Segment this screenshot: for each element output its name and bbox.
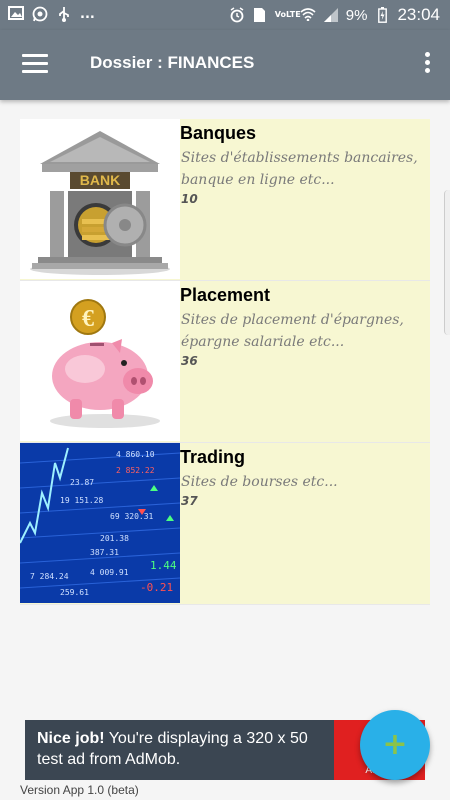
battery-percent: 9% — [345, 6, 368, 24]
ad-headline: Nice job! — [37, 730, 105, 747]
ticker-value: 1.44 — [150, 559, 177, 572]
bank-image: BANK — [20, 119, 180, 279]
ticker-value: 4 009.91 — [90, 568, 129, 577]
folder-description: Sites de placement d'épargnes, épargne s… — [181, 312, 404, 350]
folder-count: 10 — [181, 192, 198, 206]
ticker-value: 201.38 — [100, 534, 129, 543]
folder-title: Banques — [180, 123, 257, 143]
folder-item-trading[interactable]: 4 860.10 2 852.22 23.87 19 151.28 69 320… — [20, 443, 430, 605]
wifi-icon — [300, 7, 316, 23]
page-title: Dossier : FINANCES — [90, 53, 255, 72]
status-bar: ... VoLTE 9% 23:04 — [0, 0, 450, 30]
folder-item-banques[interactable]: BANK Banques Sites d'établissements banc… — [20, 119, 430, 281]
ticker-value: 259.61 — [60, 588, 89, 597]
battery-charging-icon — [374, 7, 390, 23]
ticker-value: 2 852.22 — [116, 466, 155, 475]
ticker-value: 4 860.10 — [116, 450, 155, 459]
folder-description: Sites de bourses etc... — [181, 474, 338, 490]
usb-icon — [56, 6, 72, 22]
image-icon — [8, 6, 24, 22]
add-folder-button[interactable]: + — [360, 710, 430, 780]
alarm-icon — [229, 7, 245, 23]
ticker-value: 387.31 — [90, 548, 119, 557]
piggy-bank-image: € — [20, 281, 180, 441]
ticker-value: 7 284.24 — [30, 572, 69, 581]
more-notifications-indicator: ... — [80, 6, 95, 22]
volte-label: VoLTE — [274, 10, 301, 19]
ticker-value: -0.21 — [140, 581, 173, 594]
app-bar: Dossier : FINANCES — [0, 30, 450, 100]
scroll-indicator[interactable] — [444, 190, 450, 335]
signal-icon — [323, 7, 339, 23]
clock: 23:04 — [397, 5, 440, 24]
euro-coin: € — [82, 306, 94, 332]
folder-title: Placement — [180, 285, 271, 305]
overflow-menu-icon[interactable] — [422, 52, 432, 80]
folder-description: Sites d'établissements bancaires, banque… — [181, 150, 418, 188]
folder-count: 36 — [181, 354, 198, 368]
status-bar-notifications: ... — [8, 6, 95, 22]
sim-icon — [252, 7, 268, 23]
bank-sign: BANK — [80, 172, 120, 188]
status-bar-system: VoLTE 9% 23:04 — [229, 5, 440, 25]
ad-text: Nice job! You're displaying a 320 x 50 t… — [37, 728, 337, 770]
menu-icon[interactable] — [22, 54, 48, 76]
app-version: Version App 1.0 (beta) — [20, 783, 139, 797]
whatsapp-icon — [32, 6, 48, 22]
ticker-value: 23.87 — [70, 478, 94, 487]
folder-item-placement[interactable]: € Placement Sites de placement d'épargne… — [20, 281, 430, 443]
folder-count: 37 — [181, 494, 198, 508]
ticker-value: 19 151.28 — [60, 496, 104, 505]
ticker-value: 69 320.31 — [110, 512, 154, 521]
folder-title: Trading — [180, 447, 246, 467]
folder-list: BANK Banques Sites d'établissements banc… — [20, 119, 430, 605]
stock-board-image: 4 860.10 2 852.22 23.87 19 151.28 69 320… — [20, 443, 180, 603]
